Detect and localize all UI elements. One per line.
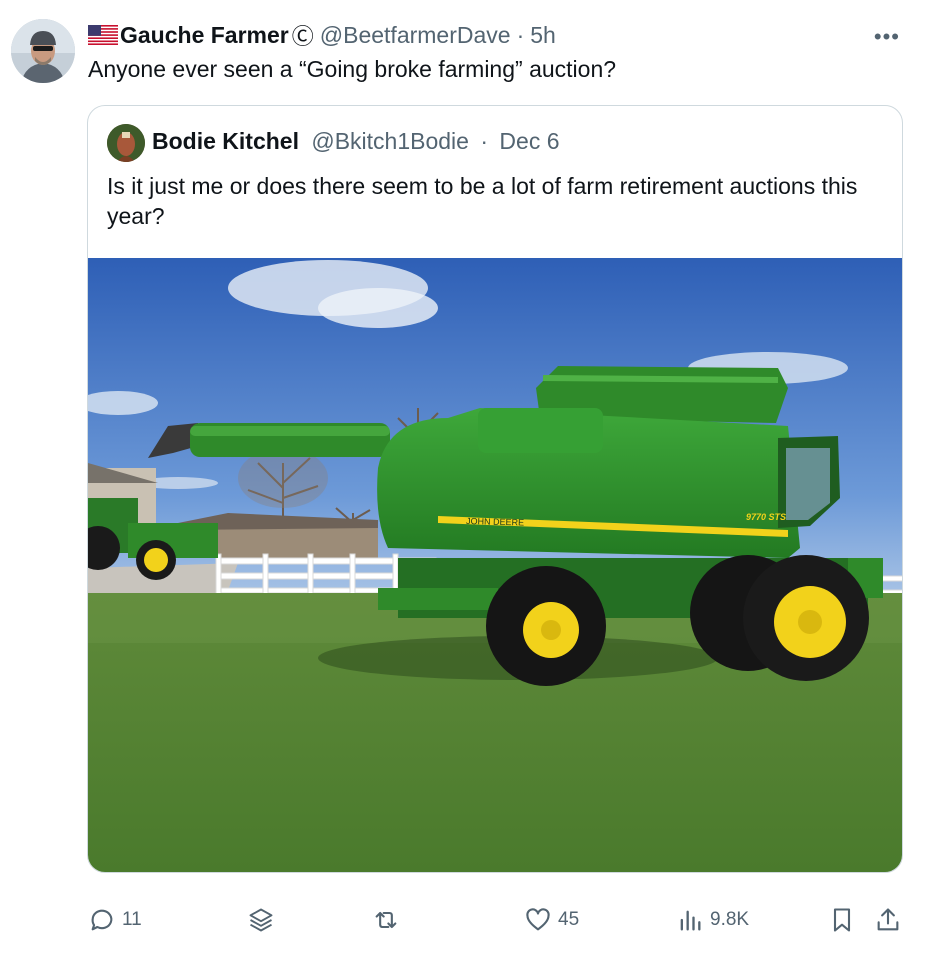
brand-decal: JOHN DEERE: [466, 516, 524, 528]
views-button[interactable]: 9.8K: [676, 898, 749, 942]
quoted-text: Is it just me or does there seem to be a…: [107, 173, 858, 229]
tweet-action-bar: 11 45 9.8K: [0, 898, 936, 942]
bookmark-button[interactable]: [828, 898, 856, 942]
grok-button[interactable]: [247, 898, 275, 942]
quoted-author-name[interactable]: Bodie Kitchel: [152, 128, 299, 154]
quoted-separator: ·: [480, 128, 489, 154]
reply-icon: [91, 909, 113, 931]
analytics-icon: [680, 910, 701, 931]
heart-icon: [526, 908, 550, 931]
tweet-header: Gauche Farmer Ⓒ @BeetfarmerDave · 5h: [88, 20, 556, 50]
retweet-icon: [375, 911, 397, 929]
share-button[interactable]: [874, 898, 902, 942]
quoted-time[interactable]: Dec 6: [499, 128, 559, 154]
retweet-button[interactable]: [372, 898, 406, 942]
reply-button[interactable]: 11: [88, 898, 142, 942]
user-avatar: [107, 124, 145, 162]
quoted-tweet[interactable]: Bodie Kitchel @Bkitch1Bodie · Dec 6 Is i…: [87, 105, 903, 873]
author-name[interactable]: Gauche Farmer: [120, 22, 289, 49]
author-avatar[interactable]: [11, 19, 75, 83]
like-button[interactable]: 45: [524, 898, 579, 942]
combine-photo[interactable]: JOHN DEERE 9770 STS: [88, 258, 902, 872]
reply-count: 11: [122, 909, 142, 930]
quoted-header: Bodie Kitchel @Bkitch1Bodie · Dec 6: [152, 128, 560, 155]
bookmark-icon: [833, 908, 851, 932]
us-flag-icon: [88, 25, 118, 45]
combine-harvester-image: JOHN DEERE 9770 STS: [88, 258, 902, 872]
author-handle[interactable]: @BeetfarmerDave: [320, 22, 511, 49]
quoted-author-handle[interactable]: @Bkitch1Bodie: [311, 128, 469, 154]
tweet-text: Anyone ever seen a “Going broke farming”…: [88, 56, 617, 82]
layers-icon: [249, 908, 273, 932]
quoted-author-avatar[interactable]: [107, 124, 145, 162]
views-count: 9.8K: [710, 909, 750, 930]
share-icon: [877, 908, 899, 931]
user-avatar: [11, 19, 75, 83]
more-options-icon[interactable]: •••: [874, 24, 900, 50]
copyright-badge: Ⓒ: [291, 24, 314, 49]
model-decal: 9770 STS: [746, 512, 786, 522]
header-separator: ·: [516, 21, 525, 48]
tweet-time[interactable]: 5h: [530, 22, 556, 49]
like-count: 45: [558, 909, 580, 930]
